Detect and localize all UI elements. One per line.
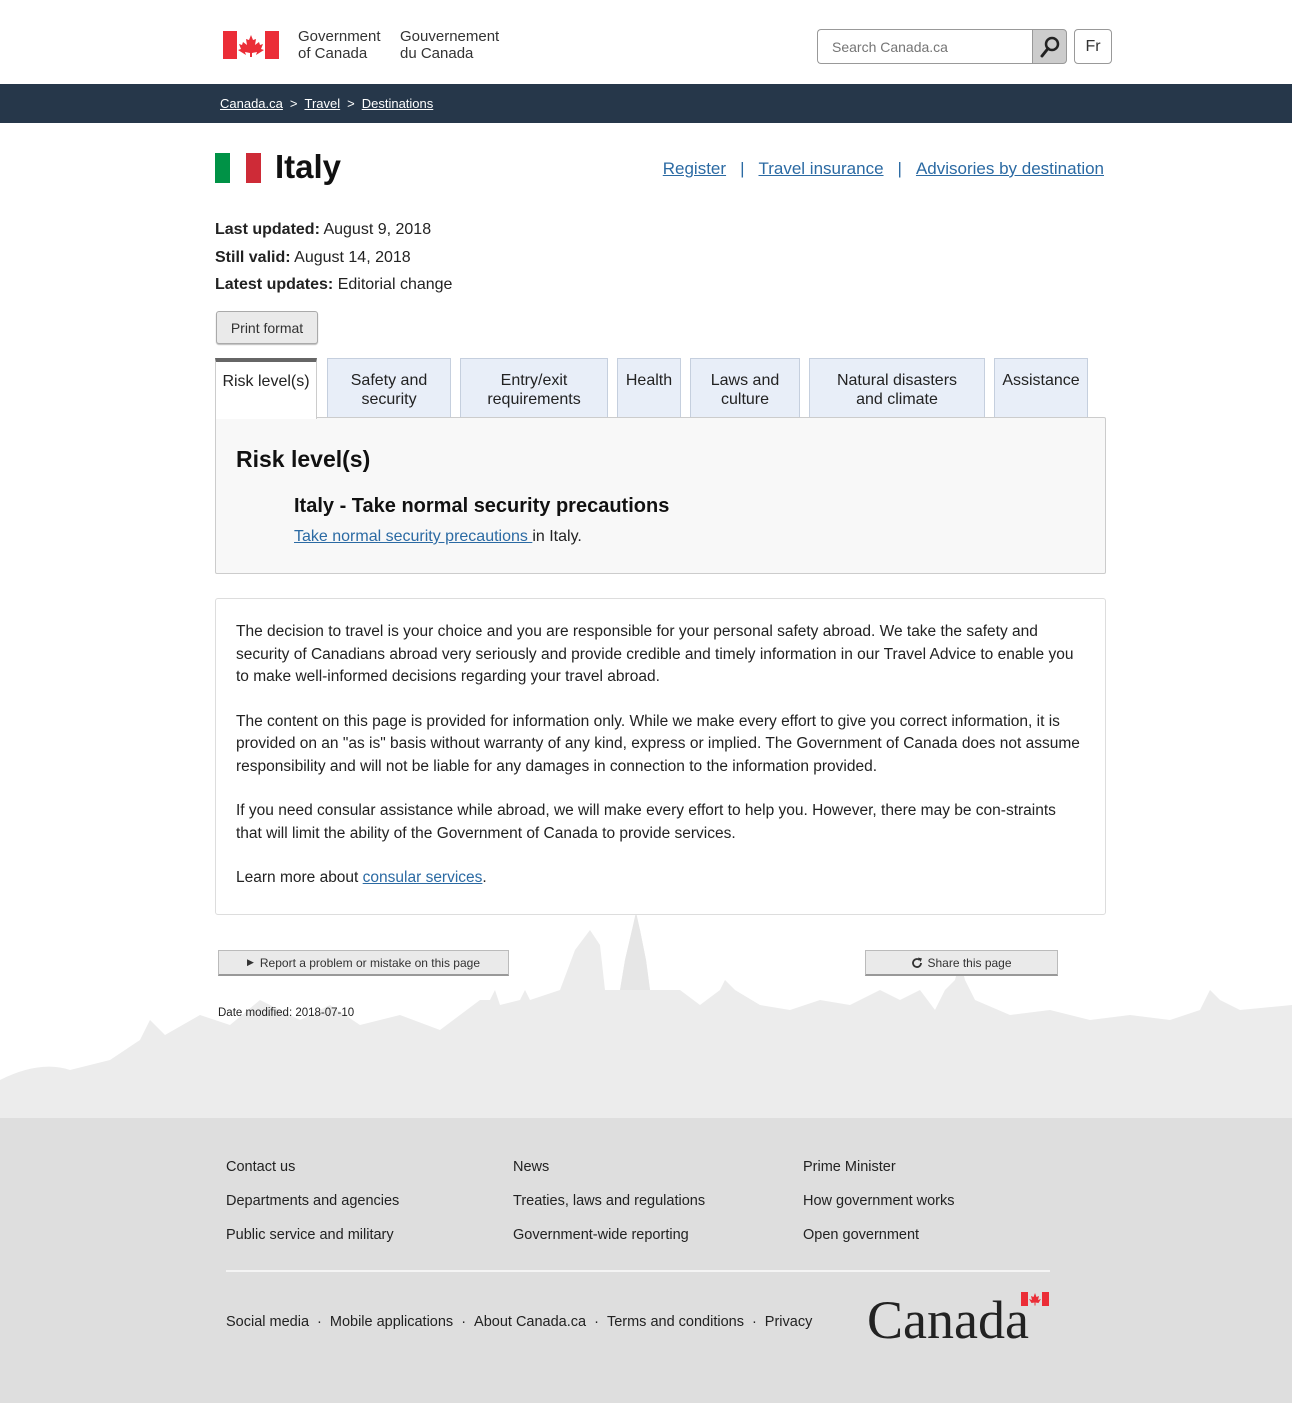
footer-link[interactable]: Public service and military (226, 1218, 399, 1252)
footer-bottom-links: Social media · Mobile applications · Abo… (226, 1314, 812, 1330)
canada-wordmark-logo: Canada (867, 1290, 1049, 1344)
meta-value: August 9, 2018 (323, 221, 432, 238)
tab-risk-levels[interactable]: Risk level(s) (215, 358, 317, 419)
breadcrumb-destinations[interactable]: Destinations (362, 96, 434, 111)
footer-column-2: News Treaties, laws and regulations Gove… (513, 1150, 705, 1252)
link-separator: | (897, 159, 902, 178)
tab-assistance[interactable]: Assistance (994, 358, 1088, 417)
footer-link[interactable]: Open government (803, 1218, 955, 1252)
breadcrumb-bar: Canada.ca > Travel > Destinations (0, 84, 1292, 123)
gov-fr-line1: Gouvernement (400, 28, 500, 45)
report-label: Report a problem or mistake on this page (259, 955, 481, 970)
footer-dot: · (594, 1314, 599, 1330)
share-page-button[interactable]: Share this page (865, 950, 1058, 976)
disclaimer-paragraph: The decision to travel is your choice an… (236, 623, 1074, 685)
site-footer: Contact us Departments and agencies Publ… (0, 1118, 1292, 1403)
print-format-button[interactable]: Print format (216, 311, 318, 344)
search-input[interactable] (817, 29, 1033, 64)
meta-label: Latest updates: (215, 276, 334, 293)
meta-label: Still valid: (215, 248, 291, 266)
consular-prefix: Learn more about (236, 869, 363, 886)
tab-natural-disasters[interactable]: Natural disasters and climate (809, 358, 985, 417)
mobile-apps-link[interactable]: Mobile applications (330, 1314, 453, 1330)
government-of-canada-label[interactable]: Government of Canada (298, 28, 381, 62)
meta-value: Editorial change (337, 276, 453, 293)
consular-paragraph: Learn more about consular services. (236, 867, 1085, 890)
privacy-link[interactable]: Privacy (765, 1314, 813, 1330)
top-links: Register | Travel insurance | Advisories… (663, 159, 1104, 179)
risk-suffix: in Italy. (532, 528, 582, 545)
disclaimer-box: The decision to travel is your choice an… (215, 598, 1106, 915)
site-header: Government of Canada Gouvernement du Can… (0, 0, 1292, 84)
tab-health[interactable]: Health (617, 358, 681, 417)
terms-link[interactable]: Terms and conditions (607, 1314, 744, 1330)
risk-line: Take normal security precautions in Ital… (294, 528, 582, 546)
search-button[interactable] (1032, 29, 1067, 64)
risk-title: Italy - Take normal security precautions (294, 495, 670, 517)
link-separator: | (740, 159, 745, 178)
breadcrumb-canada[interactable]: Canada.ca (220, 96, 283, 111)
share-icon (912, 957, 923, 968)
footer-link[interactable]: News (513, 1150, 705, 1184)
footer-link[interactable]: Government-wide reporting (513, 1218, 705, 1252)
page-title: Italy (275, 148, 342, 185)
tab-entry-exit[interactable]: Entry/exit requirements (460, 358, 608, 417)
language-toggle-button[interactable]: Fr (1074, 29, 1112, 64)
about-canada-link[interactable]: About Canada.ca (474, 1314, 586, 1330)
panel-heading: Risk level(s) (236, 446, 371, 472)
footer-link[interactable]: How government works (803, 1184, 955, 1218)
risk-level-panel: Risk level(s) Italy - Take normal securi… (215, 417, 1106, 574)
footer-dot: · (461, 1314, 467, 1330)
breadcrumb-separator: > (289, 96, 298, 111)
footer-divider (226, 1270, 1050, 1272)
social-media-link[interactable]: Social media (226, 1314, 309, 1330)
breadcrumb-travel[interactable]: Travel (304, 96, 340, 111)
consular-suffix: . (482, 869, 487, 886)
footer-link[interactable]: Treaties, laws and regulations (513, 1184, 705, 1218)
meta-value: August 14, 2018 (294, 248, 411, 266)
breadcrumb: Canada.ca > Travel > Destinations (220, 96, 433, 111)
italy-flag-icon (215, 153, 261, 183)
tab-laws-culture[interactable]: Laws and culture (690, 358, 800, 417)
share-label: Share this page (927, 955, 1012, 970)
disclaimer-paragraph: If you need consular assistance while ab… (236, 802, 1056, 842)
gov-fr-line2: du Canada (400, 45, 474, 62)
update-meta: Last updated: August 9, 2018 Still valid… (215, 216, 452, 299)
consular-services-link[interactable]: consular services (363, 869, 483, 886)
canada-flag-icon (223, 31, 279, 59)
advisories-link[interactable]: Advisories by destination (916, 159, 1104, 179)
breadcrumb-separator: > (347, 96, 355, 111)
tab-safety-security[interactable]: Safety and security (327, 358, 451, 417)
footer-dot: · (317, 1314, 322, 1330)
footer-column-3: Prime Minister How government works Open… (803, 1150, 955, 1252)
footer-link[interactable]: Prime Minister (803, 1150, 955, 1184)
date-modified: Date modified: 2018-07-10 (218, 1007, 355, 1019)
gov-en-line2: of Canada (298, 45, 368, 62)
triangle-right-icon: ▶ (246, 957, 254, 967)
latest-updates: Latest updates: Editorial change (215, 271, 452, 299)
gov-en-line1: Government (298, 28, 381, 45)
gouvernement-du-canada-label[interactable]: Gouvernement du Canada (400, 28, 499, 62)
canada-wordmark-text: Canada (867, 1290, 1029, 1344)
travel-insurance-link[interactable]: Travel insurance (758, 159, 883, 179)
footer-link[interactable]: Departments and agencies (226, 1184, 399, 1218)
footer-link[interactable]: Contact us (226, 1150, 399, 1184)
still-valid: Still valid: August 14, 2018 (215, 244, 452, 272)
risk-level-link[interactable]: Take normal security precautions (294, 528, 532, 545)
last-updated: Last updated: August 9, 2018 (215, 216, 452, 244)
meta-label: Last updated: (215, 221, 320, 238)
search-icon (1040, 36, 1059, 57)
report-problem-button[interactable]: ▶ Report a problem or mistake on this pa… (218, 950, 509, 976)
disclaimer-paragraph: The content on this page is provided for… (236, 712, 1080, 775)
footer-column-1: Contact us Departments and agencies Publ… (226, 1150, 399, 1252)
footer-dot: · (751, 1314, 757, 1330)
register-link[interactable]: Register (663, 159, 726, 179)
